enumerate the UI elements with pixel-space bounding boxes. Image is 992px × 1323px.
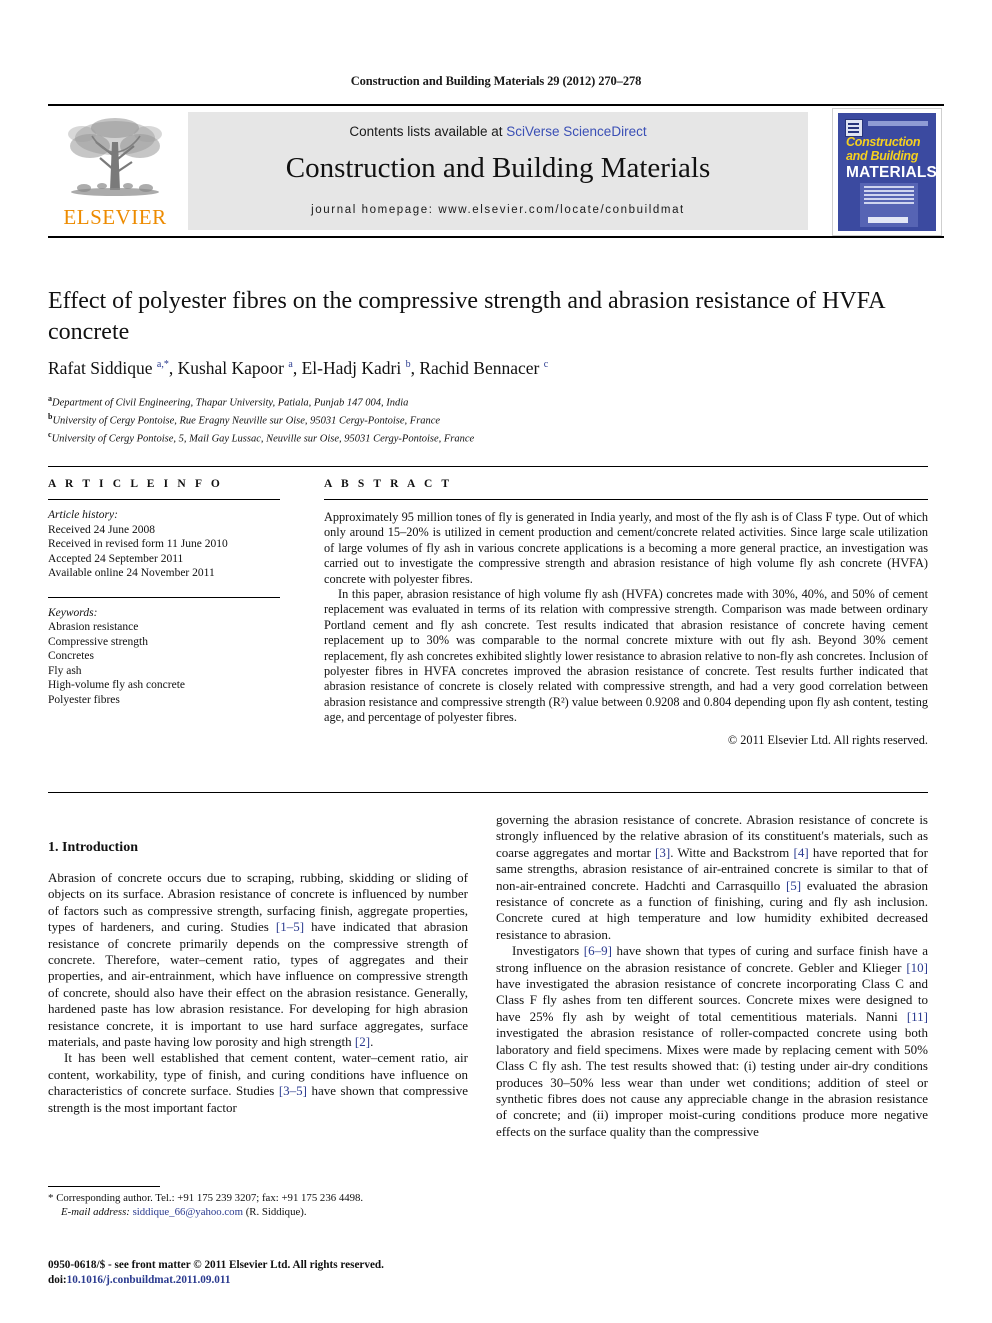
abstract-heading: A B S T R A C T — [324, 478, 453, 490]
masthead-bottom-rule — [48, 236, 944, 238]
citation-ref[interactable]: [5] — [786, 878, 801, 893]
keywords-label: Keywords: — [48, 606, 98, 619]
citation-ref[interactable]: [3] — [655, 845, 670, 860]
corresponding-author-note: * Corresponding author. Tel.: +91 175 23… — [48, 1192, 468, 1219]
corresponding-line: * Corresponding author. Tel.: +91 175 23… — [48, 1192, 468, 1206]
keywords-rule — [48, 596, 280, 598]
citation-ref[interactable]: [4] — [794, 845, 809, 860]
keywords-block: Keywords: Abrasion resistance Compressiv… — [48, 606, 280, 708]
citation-ref[interactable]: [3–5] — [279, 1083, 307, 1098]
body-paragraph: It has been well established that cement… — [48, 1050, 468, 1115]
doi-line: doi:10.1016/j.conbuildmat.2011.09.011 — [48, 1273, 478, 1288]
masthead-top-rule — [48, 104, 944, 106]
citation-ref[interactable]: [1–5] — [276, 919, 304, 934]
abstract-column: A B S T R A C T Approximately 95 million… — [324, 478, 928, 748]
article-info-rule — [48, 499, 280, 500]
article-history-label: Article history: — [48, 509, 118, 521]
citation-ref[interactable]: [11] — [907, 1009, 928, 1024]
corresponding-text: Corresponding author. Tel.: +91 175 239 … — [56, 1192, 364, 1204]
email-label: E-mail address: — [61, 1205, 130, 1218]
cover-footer-block — [868, 217, 908, 223]
keyword-item: Polyester fibres — [48, 693, 120, 706]
elsevier-tree-icon — [68, 118, 162, 196]
elsevier-logo: ELSEVIER — [54, 112, 176, 232]
info-top-rule — [48, 466, 928, 467]
corresponding-marker: * — [48, 1192, 54, 1204]
abstract-rule — [324, 499, 928, 500]
affiliation-item: aDepartment of Civil Engineering, Thapar… — [48, 394, 409, 409]
article-info-heading: A R T I C L E I N F O — [48, 478, 223, 490]
email-suffix: (R. Siddique). — [245, 1205, 307, 1218]
history-item: Available online 24 November 2011 — [48, 567, 215, 579]
history-item: Received 24 June 2008 — [48, 523, 155, 536]
cover-title-line1: Construction — [846, 135, 921, 149]
journal-band: Contents lists available at SciVerse Sci… — [188, 112, 808, 230]
body-paragraph: Investigators [6–9] have shown that type… — [496, 943, 928, 1139]
history-item: Received in revised form 11 June 2010 — [48, 538, 228, 550]
journal-cover-thumbnail[interactable]: Construction and Building MATERIALS — [832, 108, 942, 236]
abstract-copyright: © 2011 Elsevier Ltd. All rights reserved… — [727, 732, 928, 747]
citation-ref[interactable]: [10] — [906, 960, 928, 975]
contents-available-line: Contents lists available at SciVerse Sci… — [188, 124, 808, 139]
cover-title-line2: and Building — [846, 149, 919, 163]
history-item: Accepted 24 September 2011 — [48, 552, 184, 565]
imprint-block: 0950-0618/$ - see front matter © 2011 El… — [48, 1258, 478, 1287]
body-column-right: governing the abrasion resistance of con… — [496, 812, 928, 1140]
affiliation-list: aDepartment of Civil Engineering, Thapar… — [48, 392, 928, 446]
introduction-left-text: Abrasion of concrete occurs due to scrap… — [48, 870, 468, 1116]
article-page: Construction and Building Materials 29 (… — [0, 0, 992, 1323]
email-line: E-mail address: siddique_66@yahoo.com (R… — [48, 1206, 468, 1220]
keyword-item: Abrasion resistance — [48, 621, 139, 633]
keyword-item: Concretes — [48, 650, 94, 662]
contents-prefix: Contents lists available at — [349, 124, 507, 139]
body-column-left: 1. Introduction Abrasion of concrete occ… — [48, 840, 468, 1116]
doi-link[interactable]: 10.1016/j.conbuildmat.2011.09.011 — [67, 1274, 231, 1286]
cover-top-strip — [868, 121, 928, 126]
abstract-paragraph: In this paper, abrasion resistance of hi… — [324, 587, 928, 725]
author-list: Rafat Siddique a,*, Kushal Kapoor a, El-… — [48, 358, 549, 378]
journal-title: Construction and Building Materials — [285, 152, 711, 184]
body-paragraph: Abrasion of concrete occurs due to scrap… — [48, 870, 468, 1050]
issn-line: 0950-0618/$ - see front matter © 2011 El… — [48, 1259, 384, 1271]
sciencedirect-link[interactable]: SciVerse ScienceDirect — [506, 124, 646, 139]
cover-title-line3: MATERIALS — [846, 164, 938, 181]
doi-label: doi: — [48, 1273, 67, 1286]
abstract-body: Approximately 95 million tones of fly is… — [324, 510, 928, 726]
cover-text-lines — [864, 186, 914, 206]
keyword-item: Compressive strength — [48, 635, 148, 648]
email-link[interactable]: siddique_66@yahoo.com — [133, 1206, 243, 1218]
section-heading-introduction: 1. Introduction — [48, 840, 138, 855]
affiliation-item: bUniversity of Cergy Pontoise, Rue Eragn… — [48, 412, 441, 427]
journal-homepage[interactable]: journal homepage: www.elsevier.com/locat… — [188, 204, 808, 216]
citation-ref[interactable]: [6–9] — [584, 943, 612, 958]
info-bottom-rule — [48, 792, 928, 793]
citation-ref[interactable]: [2] — [355, 1034, 370, 1049]
running-head: Construction and Building Materials 29 (… — [350, 74, 642, 88]
keyword-item: Fly ash — [48, 664, 82, 677]
journal-masthead: ELSEVIER Contents lists available at Sci… — [48, 104, 944, 238]
page-title: Effect of polyester fibres on the compre… — [48, 288, 885, 345]
keyword-item: High-volume fly ash concrete — [48, 679, 185, 691]
introduction-right-text: governing the abrasion resistance of con… — [496, 812, 928, 1140]
footnote-rule — [48, 1186, 160, 1187]
cover-background: Construction and Building MATERIALS — [838, 113, 938, 231]
elsevier-wordmark: ELSEVIER — [63, 205, 167, 229]
affiliation-item: cUniversity of Cergy Pontoise, 5, Mail G… — [48, 430, 475, 445]
body-paragraph: governing the abrasion resistance of con… — [496, 812, 928, 942]
article-info-column: A R T I C L E I N F O Article history: R… — [48, 478, 280, 707]
abstract-paragraph: Approximately 95 million tones of fly is… — [324, 510, 928, 586]
article-history-block: Article history: Received 24 June 2008 R… — [48, 508, 280, 581]
